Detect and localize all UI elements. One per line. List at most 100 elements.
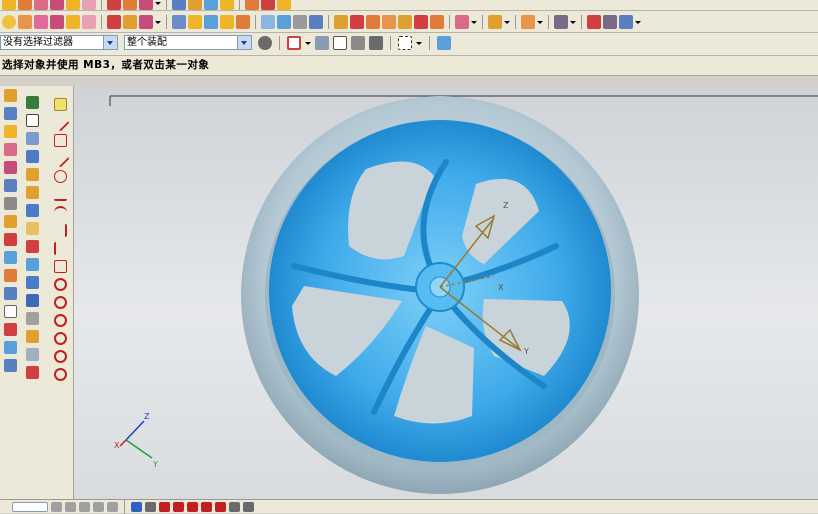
chevron-down-icon[interactable] xyxy=(504,15,510,29)
part-icon[interactable] xyxy=(25,96,39,109)
datum-icon[interactable] xyxy=(3,359,17,372)
unite-icon[interactable] xyxy=(382,15,396,29)
hole-icon[interactable] xyxy=(50,0,64,10)
chevron-down-icon[interactable] xyxy=(237,36,251,49)
datum-icon[interactable] xyxy=(53,260,67,273)
cube-icon[interactable] xyxy=(587,15,601,29)
component-icon[interactable] xyxy=(25,114,39,127)
measure-icon[interactable] xyxy=(3,287,17,300)
analysis-icon[interactable] xyxy=(369,36,383,50)
curve-icon[interactable] xyxy=(3,215,17,228)
display-icon[interactable] xyxy=(25,330,39,343)
constraint-icon[interactable] xyxy=(3,143,17,156)
chevron-down-icon[interactable] xyxy=(416,36,422,50)
revolve-icon[interactable] xyxy=(34,0,48,10)
motion-icon[interactable] xyxy=(619,15,633,29)
wheel-model[interactable] xyxy=(241,96,639,494)
chevron-down-icon[interactable] xyxy=(537,15,543,29)
section-icon[interactable] xyxy=(277,15,291,29)
point-icon[interactable] xyxy=(159,501,170,512)
shaded-cube-icon[interactable] xyxy=(437,36,451,50)
point-icon[interactable] xyxy=(173,501,184,512)
pad-icon[interactable] xyxy=(107,0,121,10)
subtract-icon[interactable] xyxy=(398,15,412,29)
spline-icon[interactable] xyxy=(3,233,17,246)
color-icon[interactable] xyxy=(334,15,348,29)
arc-icon[interactable] xyxy=(3,197,17,210)
point-icon[interactable] xyxy=(187,501,198,512)
pattern-icon[interactable] xyxy=(25,276,39,289)
pocket-icon[interactable] xyxy=(82,15,96,29)
boss-icon[interactable] xyxy=(66,0,80,10)
layer-icon[interactable] xyxy=(25,312,39,325)
sketch-icon[interactable] xyxy=(2,0,16,10)
layer-icon[interactable] xyxy=(293,15,307,29)
line-icon[interactable] xyxy=(50,113,70,132)
component-icon[interactable] xyxy=(3,125,17,138)
mirror-icon[interactable] xyxy=(25,258,39,271)
datum-icon[interactable] xyxy=(3,269,17,282)
extrude-icon[interactable] xyxy=(18,15,32,29)
chevron-down-icon[interactable] xyxy=(103,36,117,49)
display-icon[interactable] xyxy=(309,15,323,29)
arc-icon[interactable] xyxy=(53,314,67,327)
point-icon[interactable] xyxy=(145,501,156,512)
pad-icon[interactable] xyxy=(25,204,39,217)
point-icon[interactable] xyxy=(201,501,212,512)
pattern-icon[interactable] xyxy=(204,0,218,10)
line-icon[interactable] xyxy=(3,179,17,192)
undo-icon[interactable] xyxy=(315,36,329,50)
chevron-down-icon[interactable] xyxy=(635,15,641,29)
point-icon[interactable] xyxy=(53,368,67,381)
sketch-icon[interactable] xyxy=(2,15,16,29)
mirror-icon[interactable] xyxy=(188,0,202,10)
color-icon[interactable] xyxy=(25,366,39,379)
offset-icon[interactable] xyxy=(3,251,17,264)
render-wire-icon[interactable] xyxy=(65,501,76,512)
line-icon[interactable] xyxy=(50,149,70,168)
spline-icon[interactable] xyxy=(3,323,17,336)
rotate-icon[interactable] xyxy=(204,15,218,29)
view-fit-icon[interactable] xyxy=(172,15,186,29)
blend-icon[interactable] xyxy=(123,0,137,10)
render-wire-icon[interactable] xyxy=(25,348,39,361)
render-wire-icon[interactable] xyxy=(51,501,62,512)
pattern-icon[interactable] xyxy=(488,15,502,29)
trim-icon[interactable] xyxy=(521,15,535,29)
render-wire-icon[interactable] xyxy=(79,501,90,512)
trim-icon[interactable] xyxy=(53,242,67,255)
point-icon[interactable] xyxy=(53,170,67,183)
point-icon[interactable] xyxy=(53,296,67,309)
hole-icon[interactable] xyxy=(50,15,64,29)
measure-icon[interactable] xyxy=(53,350,67,363)
measure-icon[interactable] xyxy=(53,278,67,291)
render-wire-icon[interactable] xyxy=(107,501,118,512)
chevron-down-icon[interactable] xyxy=(155,0,161,10)
curve-icon[interactable] xyxy=(53,332,67,345)
chamfer-icon[interactable] xyxy=(139,15,153,29)
arc-icon[interactable] xyxy=(3,305,17,318)
sketch-icon[interactable] xyxy=(53,98,67,111)
shaded-cube-icon[interactable] xyxy=(25,294,39,307)
type-filter-select[interactable]: 没有选择过滤器 xyxy=(0,35,118,50)
chamfer-icon[interactable] xyxy=(139,0,153,10)
chevron-down-icon[interactable] xyxy=(471,15,477,29)
selection-scope-select[interactable]: 整个装配 xyxy=(124,35,252,50)
mirror-icon[interactable] xyxy=(455,15,469,29)
blend-icon[interactable] xyxy=(123,15,137,29)
graphics-window[interactable]: Z Y X Z Y X xyxy=(74,86,818,499)
render-wire-icon[interactable] xyxy=(93,501,104,512)
zoom-icon[interactable] xyxy=(188,15,202,29)
material-icon[interactable] xyxy=(350,15,364,29)
constraint-icon[interactable] xyxy=(53,134,67,147)
arc-icon[interactable] xyxy=(53,206,67,219)
pan-icon[interactable] xyxy=(220,15,234,29)
point-icon[interactable] xyxy=(215,501,226,512)
pocket-icon[interactable] xyxy=(82,0,96,10)
point-icon[interactable] xyxy=(287,36,301,50)
cube-icon[interactable] xyxy=(25,132,39,145)
cube-icon[interactable] xyxy=(333,36,347,50)
part-icon[interactable] xyxy=(3,107,17,120)
boss-icon[interactable] xyxy=(66,15,80,29)
unite-icon[interactable] xyxy=(245,0,259,10)
